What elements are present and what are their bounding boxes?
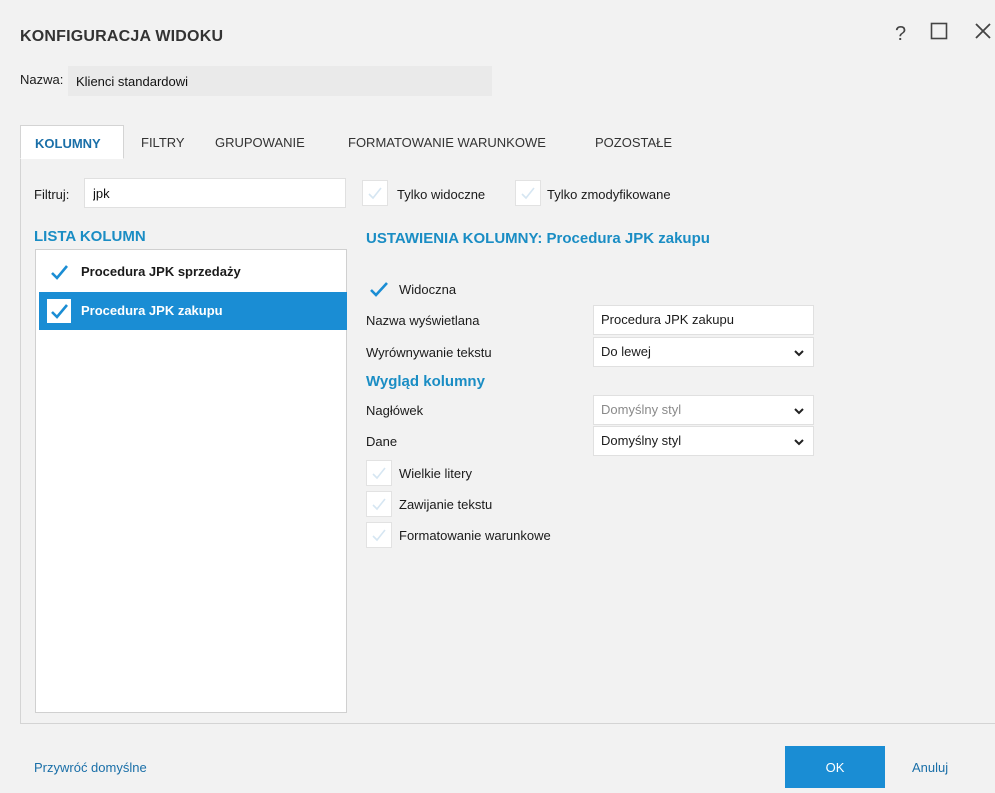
name-label: Nazwa:	[20, 72, 64, 87]
display-name-label: Nazwa wyświetlana	[366, 313, 480, 328]
wrap-text-label: Zawijanie tekstu	[399, 497, 493, 512]
wrap-text-checkbox[interactable]	[366, 491, 392, 517]
list-item[interactable]: Procedura JPK zakupu	[39, 292, 347, 330]
list-item-label: Procedura JPK sprzedaży	[81, 264, 241, 279]
header-style-select[interactable]: Domyślny styl	[593, 395, 814, 425]
filter-label: Filtruj:	[34, 187, 70, 202]
column-list-heading: LISTA KOLUMN	[34, 228, 146, 245]
tab-columns[interactable]: KOLUMNY	[20, 125, 124, 159]
check-icon	[372, 467, 386, 480]
only-modified-checkbox[interactable]	[515, 180, 541, 206]
text-align-value: Do lewej	[601, 344, 651, 359]
visible-label: Widoczna	[399, 282, 457, 297]
item-checkbox[interactable]	[47, 260, 71, 284]
conditional-format-checkbox[interactable]	[366, 522, 392, 548]
header-style-value: Domyślny styl	[601, 402, 682, 417]
check-icon	[51, 265, 68, 280]
only-visible-label: Tylko widoczne	[397, 187, 486, 202]
name-row: Nazwa:	[0, 66, 995, 96]
view-config-dialog: KONFIGURACJA WIDOKU ? Nazwa: KOLUMNY FIL…	[0, 0, 995, 793]
list-item-label: Procedura JPK zakupu	[81, 303, 223, 318]
cancel-button[interactable]: Anuluj	[912, 760, 948, 775]
visible-checkbox[interactable]	[366, 276, 392, 302]
chevron-down-icon	[794, 408, 804, 415]
check-icon	[370, 282, 388, 297]
dialog-title: KONFIGURACJA WIDOKU	[20, 28, 224, 45]
item-checkbox[interactable]	[47, 299, 71, 323]
text-align-label: Wyrównywanie tekstu	[366, 345, 492, 360]
chevron-down-icon	[794, 439, 804, 446]
appearance-heading: Wygląd kolumny	[366, 373, 485, 390]
display-name-input[interactable]: Procedura JPK zakupu	[593, 305, 814, 335]
only-modified-label: Tylko zmodyfikowane	[547, 187, 671, 202]
uppercase-checkbox[interactable]	[366, 460, 392, 486]
data-style-select[interactable]: Domyślny styl	[593, 426, 814, 456]
check-icon	[51, 304, 68, 319]
tab-other[interactable]: POZOSTAŁE	[595, 125, 672, 159]
restore-defaults-link[interactable]: Przywróć domyślne	[34, 760, 147, 775]
check-icon	[372, 529, 386, 542]
close-icon[interactable]	[974, 22, 992, 46]
data-style-value: Domyślny styl	[601, 433, 682, 448]
check-icon	[372, 498, 386, 511]
text-align-select[interactable]: Do lewej	[593, 337, 814, 367]
help-icon[interactable]: ?	[895, 22, 906, 46]
tab-grouping[interactable]: GRUPOWANIE	[215, 125, 305, 159]
tab-strip: KOLUMNY FILTRY GRUPOWANIE FORMATOWANIE W…	[20, 125, 995, 160]
uppercase-label: Wielkie litery	[399, 466, 472, 481]
data-style-label: Dane	[366, 434, 398, 449]
maximize-icon[interactable]	[930, 22, 948, 46]
header-style-label: Nagłówek	[366, 403, 424, 418]
list-item[interactable]: Procedura JPK sprzedaży	[39, 253, 347, 291]
check-icon	[368, 187, 382, 200]
name-input[interactable]	[68, 66, 492, 96]
tab-filters[interactable]: FILTRY	[141, 125, 185, 159]
column-list: Procedura JPK sprzedaży Procedura JPK za…	[35, 249, 347, 713]
conditional-format-label: Formatowanie warunkowe	[399, 528, 551, 543]
title-bar: KONFIGURACJA WIDOKU ?	[0, 0, 995, 62]
chevron-down-icon	[794, 350, 804, 357]
only-visible-checkbox[interactable]	[362, 180, 388, 206]
ok-button[interactable]: OK	[785, 746, 885, 788]
settings-heading: USTAWIENIA KOLUMNY: Procedura JPK zakupu	[366, 230, 710, 247]
display-name-value: Procedura JPK zakupu	[601, 312, 734, 327]
tab-conditional-formatting[interactable]: FORMATOWANIE WARUNKOWE	[348, 125, 546, 159]
check-icon	[521, 187, 535, 200]
filter-input[interactable]	[84, 178, 346, 208]
